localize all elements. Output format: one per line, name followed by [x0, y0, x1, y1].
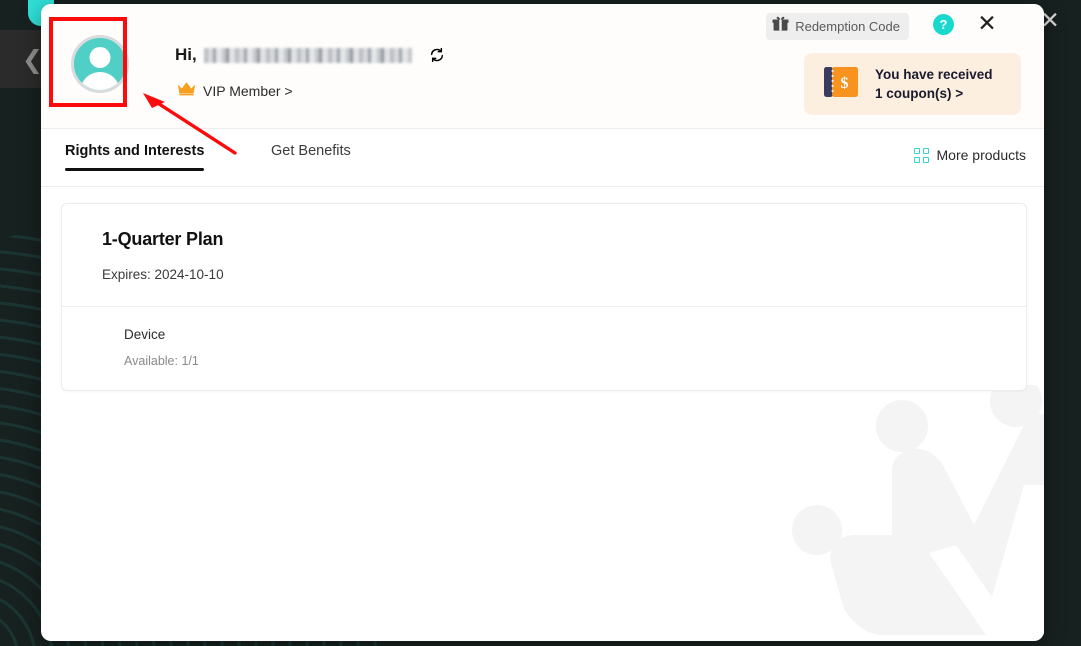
coupon-ticket-icon: $ — [824, 66, 864, 103]
user-avatar-icon — [71, 35, 129, 93]
device-available-count: Available: 1/1 — [124, 354, 199, 368]
coupon-banner[interactable]: $ You have received 1 coupon(s) > — [804, 53, 1021, 115]
greeting-text: Hi, — [175, 45, 197, 64]
redemption-code-button[interactable]: Redemption Code — [766, 13, 909, 40]
avatar[interactable] — [66, 30, 134, 98]
plan-card-header: 1-Quarter Plan Expires: 2024-10-10 — [62, 204, 1026, 307]
plan-card-body: Device Available: 1/1 — [62, 307, 1026, 390]
more-products-button[interactable]: More products — [913, 147, 1026, 163]
tab-get-benefits[interactable]: Get Benefits — [271, 143, 351, 171]
close-icon[interactable]: ✕ — [974, 11, 1000, 37]
coupon-line-2: 1 coupon(s) > — [875, 86, 964, 101]
coupon-line-1: You have received — [875, 67, 993, 82]
more-products-label: More products — [936, 147, 1026, 163]
device-label: Device — [124, 327, 166, 342]
svg-text:$: $ — [841, 75, 849, 92]
username-masked — [203, 47, 412, 63]
plan-card: 1-Quarter Plan Expires: 2024-10-10 Devic… — [61, 203, 1027, 391]
vip-member-label: VIP Member > — [203, 83, 293, 99]
greeting-row: Hi, — [175, 45, 445, 65]
crown-icon — [177, 81, 196, 101]
refresh-icon[interactable] — [429, 47, 445, 63]
plan-title: 1-Quarter Plan — [102, 229, 224, 249]
tab-rights-and-interests[interactable]: Rights and Interests — [65, 143, 205, 171]
avatar-body — [80, 72, 120, 90]
modal-content: 1-Quarter Plan Expires: 2024-10-10 Devic… — [41, 187, 1044, 391]
gift-icon — [772, 16, 789, 37]
grid-icon — [913, 147, 929, 163]
watermark-logo — [792, 385, 1044, 635]
account-modal: Hi, VIP Member > Redemption Code ? ✕ $ Y… — [41, 4, 1044, 641]
help-icon[interactable]: ? — [933, 14, 954, 35]
redemption-code-label: Redemption Code — [795, 19, 900, 34]
avatar-head — [89, 47, 111, 68]
coupon-text: You have received 1 coupon(s) > — [875, 65, 993, 103]
plan-expiry: Expires: 2024-10-10 — [102, 267, 224, 282]
vip-member-link[interactable]: VIP Member > — [177, 81, 293, 101]
modal-header: Hi, VIP Member > Redemption Code ? ✕ $ Y… — [41, 4, 1044, 129]
tab-bar: Rights and Interests Get Benefits More p… — [41, 129, 1044, 187]
